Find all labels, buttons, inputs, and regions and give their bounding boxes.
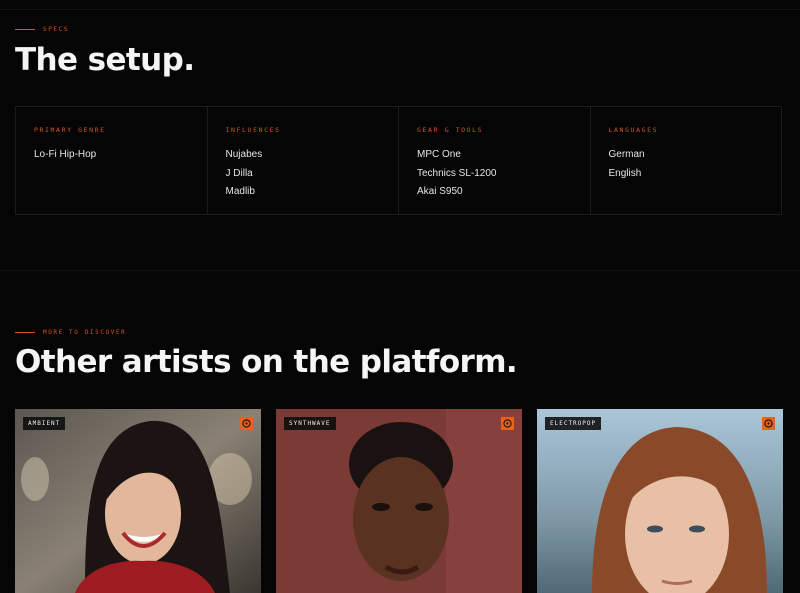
artist-photo: [276, 409, 522, 593]
artist-cards: AMBIENT SYNTHWAVE ELECTROPOP: [15, 409, 783, 593]
specs-title: The setup.: [15, 42, 195, 78]
spec-column-influences: INFLUENCES Nujabes J Dilla Madlib: [208, 107, 399, 214]
artist-photo: [537, 409, 783, 593]
record-icon[interactable]: [240, 417, 253, 430]
genre-tag: AMBIENT: [23, 417, 66, 430]
record-icon[interactable]: [762, 417, 775, 430]
discover-eyebrow-label: MORE TO DISCOVER: [43, 329, 127, 336]
top-divider: [0, 9, 800, 10]
spec-label: GEAR & TOOLS: [417, 126, 484, 134]
spec-label: INFLUENCES: [225, 126, 281, 134]
discover-title: Other artists on the platform.: [15, 344, 518, 380]
spec-value: Nujabes: [225, 149, 263, 160]
spec-value: J Dilla: [225, 167, 253, 179]
discover-eyebrow: MORE TO DISCOVER: [15, 329, 126, 336]
spec-value: MPC One: [417, 149, 461, 160]
artist-card[interactable]: ELECTROPOP: [537, 409, 783, 593]
artist-photo: [15, 409, 261, 593]
genre-tag: ELECTROPOP: [545, 417, 602, 430]
artist-card[interactable]: SYNTHWAVE: [276, 409, 522, 593]
spec-value: English: [608, 167, 642, 179]
spec-column-languages: LANGUAGES German English: [591, 107, 782, 214]
record-icon[interactable]: [501, 417, 514, 430]
spec-value: German: [608, 149, 645, 160]
spec-value: Akai S950: [417, 186, 463, 197]
spec-label: PRIMARY GENRE: [34, 126, 106, 134]
spec-column-genre: PRIMARY GENRE Lo-Fi Hip-Hop: [16, 107, 208, 214]
spec-label: LANGUAGES: [608, 126, 659, 134]
spec-column-gear: GEAR & TOOLS MPC One Technics SL-1200 Ak…: [399, 107, 591, 214]
section-divider: [0, 270, 800, 271]
eyebrow-dash: [15, 332, 35, 333]
spec-value: Technics SL-1200: [417, 167, 497, 179]
spec-value: Madlib: [225, 186, 255, 197]
specs-eyebrow-label: SPECS: [43, 26, 70, 33]
spec-value: Lo-Fi Hip-Hop: [34, 149, 97, 160]
genre-tag: SYNTHWAVE: [284, 417, 336, 430]
specs-grid: PRIMARY GENRE Lo-Fi Hip-Hop INFLUENCES N…: [15, 106, 782, 215]
eyebrow-dash: [15, 29, 35, 30]
artist-card[interactable]: AMBIENT: [15, 409, 261, 593]
specs-eyebrow: SPECS: [15, 26, 69, 33]
